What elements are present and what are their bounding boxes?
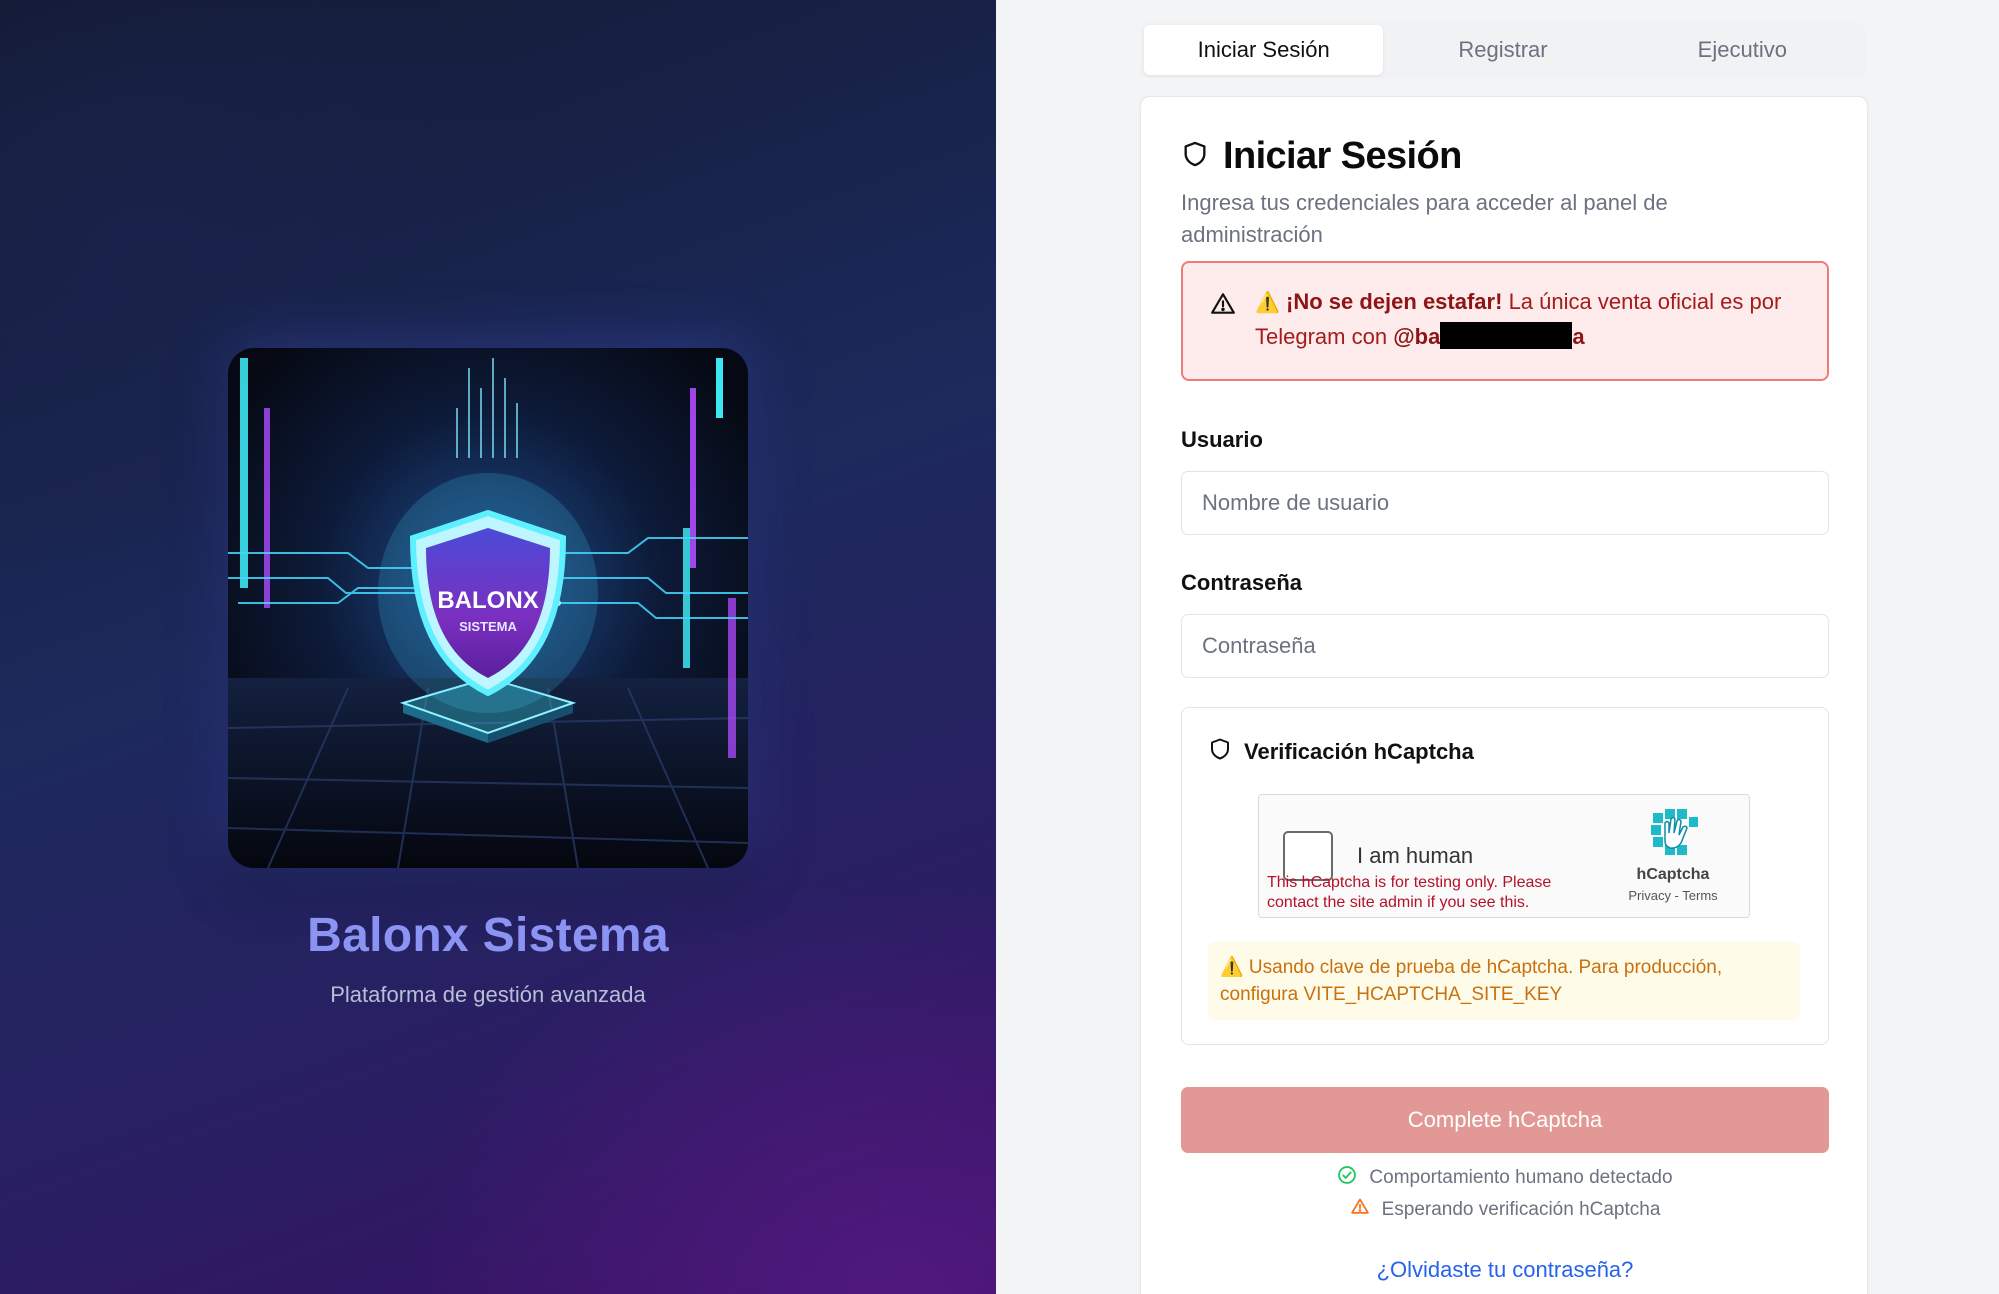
hero-title: Balonx Sistema	[307, 909, 669, 962]
tab-registrar[interactable]: Registrar	[1383, 25, 1622, 75]
test-key-note: ⚠️ Usando clave de prueba de hCaptcha. P…	[1208, 942, 1800, 1020]
telegram-handle-end: a	[1572, 324, 1585, 349]
forgot-password-link[interactable]: ¿Olvidaste tu contraseña?	[1141, 1257, 1869, 1283]
submit-button[interactable]: Complete hCaptcha	[1181, 1087, 1829, 1153]
check-circle-icon	[1337, 1165, 1357, 1191]
tab-iniciar-sesion[interactable]: Iniciar Sesión	[1144, 25, 1384, 75]
card-description: Ingresa tus credenciales para acceder al…	[1181, 190, 1668, 247]
hcaptcha-privacy-terms[interactable]: Privacy - Terms	[1613, 888, 1733, 903]
hcaptcha-logo: hCaptcha Privacy - Terms	[1613, 807, 1733, 903]
warning-triangle-icon	[1350, 1197, 1370, 1222]
hero-image-text: BALONX	[437, 587, 538, 614]
page-title: Iniciar Sesión	[1223, 135, 1462, 177]
shield-icon	[1181, 139, 1209, 174]
redaction-bar	[1440, 322, 1573, 349]
status-human-detected: Comportamiento humano detectado	[1141, 1165, 1869, 1191]
hcaptcha-test-warning: This hCaptcha is for testing only. Pleas…	[1267, 874, 1552, 911]
captcha-heading: Verificación hCaptcha	[1208, 736, 1474, 767]
password-input[interactable]	[1181, 614, 1829, 678]
hero-image: BALONX SISTEMA	[228, 348, 748, 868]
hero-image-subtext: SISTEMA	[459, 619, 517, 634]
hcaptcha-widget: I am human This hCaptcha is for testing …	[1258, 794, 1750, 918]
auth-tabs: Iniciar Sesión Registrar Ejecutivo	[1140, 22, 1866, 78]
scam-alert: ⚠️ ¡No se dejen estafar! La única venta …	[1181, 261, 1829, 381]
hcaptcha-brand: hCaptcha	[1636, 866, 1710, 883]
captcha-section: Verificación hCaptcha I am human This hC…	[1181, 707, 1829, 1045]
captcha-heading-text: Verificación hCaptcha	[1244, 738, 1474, 764]
card-title: Iniciar Sesión	[1181, 135, 1462, 178]
password-label: Contraseña	[1181, 570, 1303, 595]
telegram-handle-start: @ba	[1393, 324, 1441, 349]
status-text: Esperando verificación hCaptcha	[1381, 1198, 1661, 1220]
hcaptcha-hand-icon	[1645, 809, 1701, 863]
alert-emoji: ⚠️	[1255, 292, 1280, 314]
username-input[interactable]	[1181, 471, 1829, 535]
login-card: Iniciar Sesión Ingresa tus credenciales …	[1140, 96, 1868, 1294]
hero-subtitle: Plataforma de gestión avanzada	[330, 982, 646, 1007]
tab-ejecutivo[interactable]: Ejecutivo	[1623, 25, 1862, 75]
status-waiting-captcha: Esperando verificación hCaptcha	[1141, 1197, 1869, 1222]
status-text: Comportamiento humano detectado	[1369, 1167, 1673, 1188]
shield-icon	[1208, 736, 1232, 767]
alert-strong: ¡No se dejen estafar!	[1286, 289, 1503, 314]
alert-text: ⚠️ ¡No se dejen estafar! La única venta …	[1255, 285, 1815, 353]
hero-panel: BALONX SISTEMA Balonx Sistema Plataforma…	[0, 0, 996, 1294]
warning-triangle-icon	[1209, 291, 1237, 322]
hcaptcha-label: I am human	[1357, 843, 1474, 868]
username-label: Usuario	[1181, 427, 1263, 452]
